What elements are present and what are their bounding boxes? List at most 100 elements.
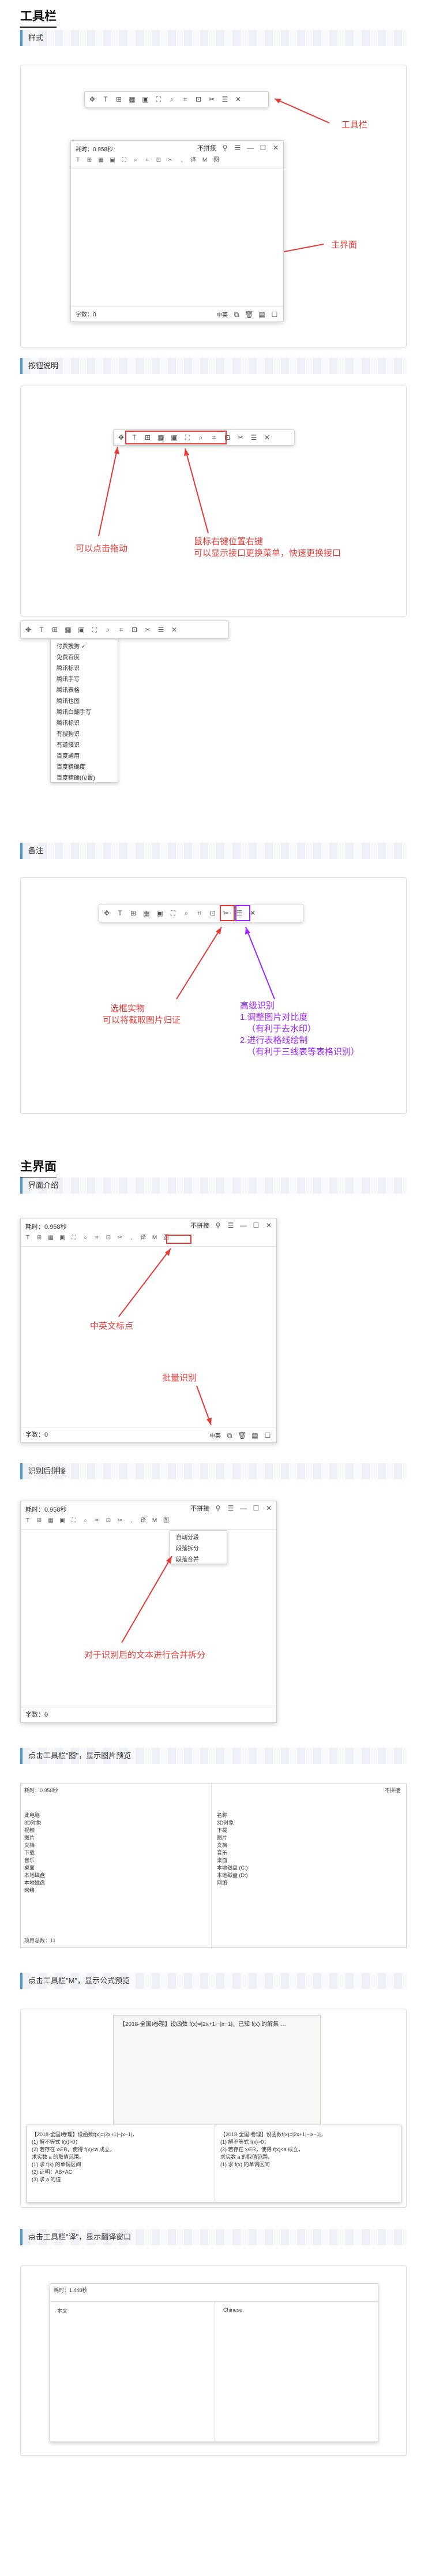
formula-icon[interactable]: M xyxy=(201,157,208,164)
list-item[interactable]: 网络 xyxy=(217,1879,332,1887)
window-icon[interactable]: ☐ xyxy=(264,1431,272,1440)
grid-icon[interactable]: ▦ xyxy=(64,626,72,634)
tree-item[interactable]: 网络 xyxy=(24,1887,82,1894)
list-item[interactable]: 图片 xyxy=(217,1834,332,1842)
copy-icon[interactable]: ⧉ xyxy=(226,1431,234,1440)
list-item[interactable]: 名称 xyxy=(217,1812,332,1819)
file-list: 名称 3D对象 下载 图片 文档 音乐 桌面 本地磁盘 (C:) 本地磁盘 (D… xyxy=(217,1812,332,1887)
tree-item[interactable]: 3D对象 xyxy=(24,1819,82,1827)
menu-item[interactable]: 腾讯表格 xyxy=(51,683,118,694)
tree-item[interactable]: 文档 xyxy=(24,1842,82,1849)
floating-toolbar[interactable]: ✥ T ⊞ ▦ ▣ ⛶ ⌕ ⌗ ⊡ ✂ ☰ ✕ xyxy=(20,620,229,639)
trash-icon[interactable]: 🗑 xyxy=(238,1431,246,1440)
char-count: 字数：0 xyxy=(76,312,96,318)
ocr-language[interactable]: 中英 xyxy=(216,310,228,319)
scissors-icon[interactable]: ✂ xyxy=(167,157,174,164)
list-item[interactable]: 文档 xyxy=(217,1842,332,1849)
menu-icon[interactable]: ☰ xyxy=(157,626,165,634)
window-toolbar: T ⊞ ▦ ▣ ⛶ ⌕ ⌗ ⊡ ✂ , 译 M 图 xyxy=(74,157,220,164)
save-icon[interactable]: ▤ xyxy=(258,311,266,319)
screenshot-icon[interactable]: ⛶ xyxy=(121,157,127,164)
maximize-icon[interactable]: ☐ xyxy=(259,144,267,152)
scan-icon[interactable]: ⊡ xyxy=(155,157,162,164)
close-icon[interactable]: ✕ xyxy=(272,144,280,152)
move-icon[interactable]: ✥ xyxy=(24,626,32,634)
list-item[interactable]: 下载 xyxy=(217,1827,332,1834)
interface-menu[interactable]: 付费搜狗 ✓ 免费百度 腾讯标识 腾讯手写 腾讯表格 腾讯也图 腾讯白翻手写 腾… xyxy=(50,639,118,783)
merge-mode[interactable]: 不拼接 xyxy=(197,143,216,152)
search-icon[interactable]: ⌕ xyxy=(132,157,139,164)
copy-icon[interactable]: ⧉ xyxy=(232,311,241,319)
image-icon[interactable]: ▣ xyxy=(109,157,116,164)
window-title: 耗时：1.448秒 xyxy=(54,2287,88,2293)
menu-item[interactable]: 百度通用 xyxy=(51,749,118,760)
pin-icon[interactable]: ⚲ xyxy=(221,144,229,152)
section-img-preview: 点击工具栏"图"，显示图片预览 xyxy=(20,1748,407,1764)
divider xyxy=(211,1784,212,1949)
tree-item[interactable]: 桌面 xyxy=(24,1864,82,1872)
menu-item[interactable]: 腾讯标识 xyxy=(51,716,118,727)
window-icon[interactable]: ☐ xyxy=(271,311,279,319)
footer-tools: 中英 ⧉ 🗑 ▤ ☐ xyxy=(216,310,279,319)
menu-item[interactable]: 有道接识 xyxy=(51,738,118,749)
menu-item[interactable]: 有搜狗识 xyxy=(51,727,118,738)
image-icon[interactable]: ▣ xyxy=(77,626,85,634)
menu-item[interactable]: 付费搜狗 ✓ xyxy=(51,640,118,650)
grid-icon[interactable]: ▦ xyxy=(97,157,104,164)
scissors-icon[interactable]: ✂ xyxy=(144,626,152,634)
crop-icon[interactable]: ⌗ xyxy=(144,157,151,164)
tree-item[interactable]: 音乐 xyxy=(24,1857,82,1864)
formula-image: 【2018·全国Ⅰ卷理】设函数 f(x)=|2x+1|−|x−1|，已知 f(x… xyxy=(113,2015,321,2130)
ocr-language[interactable]: 中英 xyxy=(209,1431,221,1440)
crop-icon[interactable]: ⌗ xyxy=(117,626,125,634)
minimize-icon[interactable]: — xyxy=(246,144,254,152)
tree-item[interactable]: 本地磁盘 xyxy=(24,1872,82,1879)
buttons-box: ✥ T ⊞ ▦ ▣ ⛶ ⌕ ⌗ ⊡ ✂ ☰ ✕ 可以点击拖动 鼠标右键位置右键 … xyxy=(20,386,407,616)
merge-mode[interactable]: 不拼接 xyxy=(385,1786,400,1794)
page-title: 工具栏 xyxy=(20,7,57,28)
punct-icon[interactable]: , xyxy=(178,157,185,164)
trash-icon[interactable]: 🗑 xyxy=(245,311,253,319)
list-item[interactable]: 本地磁盘 (C:) xyxy=(217,1864,332,1872)
translated-text[interactable]: Chinese xyxy=(223,2307,242,2313)
source-text[interactable]: 本文 xyxy=(57,2307,67,2315)
menu-item[interactable]: 腾讯标识 xyxy=(51,661,118,672)
tree-item[interactable]: 本地磁盘 xyxy=(24,1879,82,1887)
search-icon[interactable]: ⌕ xyxy=(104,626,112,634)
table-icon[interactable]: ⊞ xyxy=(51,626,59,634)
menu-item[interactable]: 腾讯也图 xyxy=(51,694,118,705)
list-item[interactable]: 3D对象 xyxy=(217,1819,332,1827)
section-after-recog: 识别后拼接 xyxy=(20,1463,407,1479)
translate-icon[interactable]: 译 xyxy=(190,157,197,164)
arrows-buttons xyxy=(98,446,209,537)
menu-item[interactable]: 腾讯白翻手写 xyxy=(51,705,118,716)
section-buttons: 按钮说明 xyxy=(20,358,407,374)
text-icon[interactable]: T xyxy=(37,626,46,634)
picture-icon[interactable]: 图 xyxy=(213,157,220,164)
scan-icon[interactable]: ⊡ xyxy=(130,626,138,634)
annotation-main-ui: 主界面 xyxy=(331,240,358,250)
arrow-merge xyxy=(121,1556,172,1643)
annotation-screenshot-2: 可以将截取图片归证 xyxy=(103,1015,181,1025)
divider xyxy=(50,2301,378,2302)
char-count: 字数：0 xyxy=(25,1711,48,1718)
tree-item[interactable]: 此电脑 xyxy=(24,1812,82,1819)
list-item[interactable]: 本地磁盘 (D:) xyxy=(217,1872,332,1879)
close-icon[interactable]: ✕ xyxy=(170,626,178,634)
tree-item[interactable]: 下载 xyxy=(24,1849,82,1857)
tree-item[interactable]: 视频 xyxy=(24,1827,82,1834)
list-item[interactable]: 音乐 xyxy=(217,1849,332,1857)
menu-item[interactable]: 腾讯手写 xyxy=(51,672,118,683)
screenshot-icon[interactable]: ⛶ xyxy=(91,626,99,634)
save-icon[interactable]: ▤ xyxy=(251,1431,259,1440)
menu-item[interactable]: 百度精确(位置) xyxy=(51,771,118,782)
menu-item[interactable]: 免费百度 xyxy=(51,650,118,661)
main-window-intro: 耗时：0.958秒 不拼接 ⚲ ☰ — ☐ ✕ T ⊞ ▦ ▣ ⛶ ⌕ ⌗ ⊡ … xyxy=(20,1218,277,1443)
list-item[interactable]: 桌面 xyxy=(217,1857,332,1864)
text-icon[interactable]: T xyxy=(74,157,81,164)
menu-icon[interactable]: ☰ xyxy=(234,144,242,152)
table-icon[interactable]: ⊞ xyxy=(86,157,93,164)
tree-item[interactable]: 图片 xyxy=(24,1834,82,1842)
menu-item[interactable]: 百度精确度 xyxy=(51,760,118,771)
style-box: ✥ T ⊞ ▦ ▣ ⛶ ⌕ ⌗ ⊡ ✂ ☰ ✕ 工具栏 主界面 耗时：0.958… xyxy=(20,65,407,347)
